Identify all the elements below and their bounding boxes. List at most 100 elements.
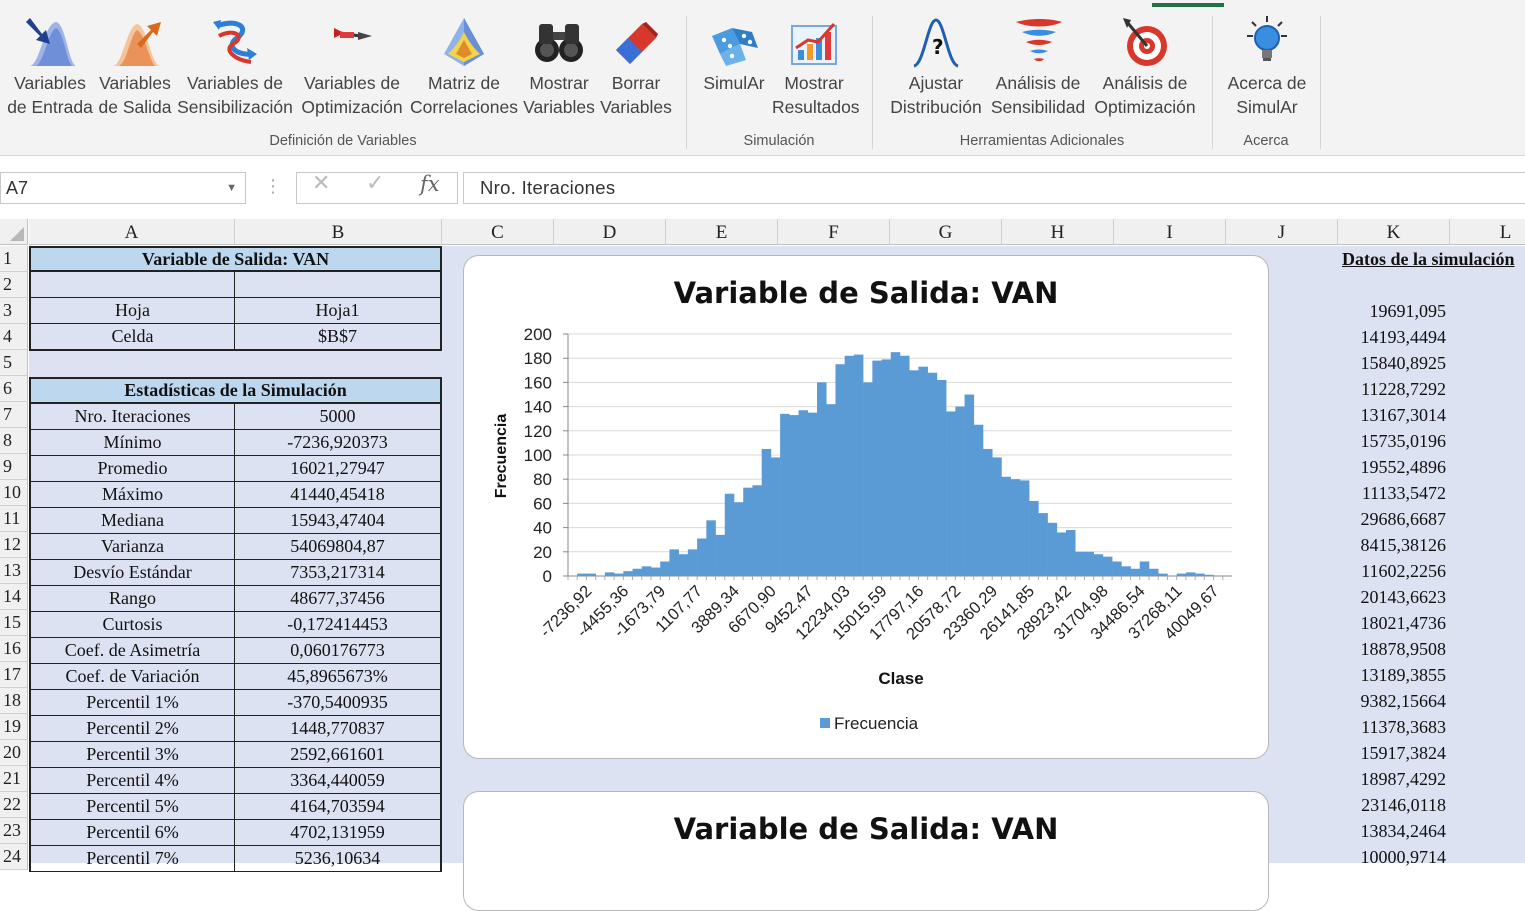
column-header-e[interactable]: E	[666, 219, 778, 245]
row-header-24[interactable]: 24	[0, 844, 28, 870]
stat-value-cell[interactable]: 0,060176773	[235, 638, 442, 664]
row-header-7[interactable]: 7	[0, 402, 28, 428]
simulation-data-cell[interactable]: 15840,8925	[1340, 351, 1447, 376]
stat-value-cell[interactable]: 4164,703594	[235, 794, 442, 820]
analisis-de-optimizacion-button[interactable]: Análisis de Optimización	[1090, 14, 1200, 124]
cell-a2[interactable]	[29, 272, 235, 298]
stat-value-cell[interactable]: 5236,10634	[235, 846, 442, 872]
row-header-10[interactable]: 10	[0, 480, 28, 506]
variables-de-salida-button[interactable]: Variables de Salida	[96, 14, 174, 124]
stat-value-cell[interactable]: 48677,37456	[235, 586, 442, 612]
row-header-9[interactable]: 9	[0, 454, 28, 480]
stat-value-cell[interactable]: 16021,27947	[235, 456, 442, 482]
stat-value-cell[interactable]: 2592,661601	[235, 742, 442, 768]
stats-header-cell[interactable]: Estadísticas de la Simulación	[29, 377, 442, 404]
row-header-6[interactable]: 6	[0, 376, 28, 402]
variables-de-entrada-button[interactable]: Variables de Entrada	[6, 14, 94, 124]
simulation-data-cell[interactable]: 15917,3824	[1340, 741, 1447, 766]
row-header-19[interactable]: 19	[0, 714, 28, 740]
row-header-4[interactable]: 4	[0, 324, 28, 350]
column-header-j[interactable]: J	[1226, 219, 1338, 245]
simulation-data-cell[interactable]: 23146,0118	[1340, 793, 1446, 818]
hoja-value-cell[interactable]: Hoja1	[235, 298, 442, 324]
column-header-b[interactable]: B	[235, 219, 442, 245]
simulation-data-cell[interactable]: 11378,3683	[1340, 715, 1446, 740]
celda-label-cell[interactable]: Celda	[29, 324, 235, 351]
simulation-data-cell[interactable]: 18878,9508	[1340, 637, 1447, 662]
stat-label-cell[interactable]: Mediana	[29, 508, 235, 534]
row-header-14[interactable]: 14	[0, 584, 28, 610]
stat-label-cell[interactable]: Desvío Estándar	[29, 560, 235, 586]
stat-label-cell[interactable]: Coef. de Asimetría	[29, 638, 235, 664]
stat-label-cell[interactable]: Percentil 4%	[29, 768, 235, 794]
row-header-3[interactable]: 3	[0, 298, 28, 324]
stat-label-cell[interactable]: Percentil 6%	[29, 820, 235, 846]
cancel-icon[interactable]: ✕	[312, 170, 330, 196]
borrar-variables-button[interactable]: Borrar Variables	[600, 14, 672, 124]
column-header-g[interactable]: G	[890, 219, 1002, 245]
output-header-cell[interactable]: Variable de Salida: VAN	[29, 246, 442, 272]
mostrar-variables-button[interactable]: Mostrar Variables	[520, 14, 598, 124]
row-header-1[interactable]: 1	[0, 246, 28, 272]
stat-label-cell[interactable]: Varianza	[29, 534, 235, 560]
simulation-data-cell[interactable]: 11228,7292	[1340, 377, 1446, 402]
simulation-data-cell[interactable]: 20143,6623	[1340, 585, 1447, 610]
stat-value-cell[interactable]: -7236,920373	[235, 430, 442, 456]
row-header-13[interactable]: 13	[0, 558, 28, 584]
row-header-22[interactable]: 22	[0, 792, 28, 818]
row-header-23[interactable]: 23	[0, 818, 28, 844]
variables-de-sensibilizacion-button[interactable]: Variables de Sensibilización	[176, 14, 294, 124]
stat-value-cell[interactable]: 45,8965673%	[235, 664, 442, 690]
simulation-data-cell[interactable]: 9382,15664	[1340, 689, 1447, 714]
stat-label-cell[interactable]: Percentil 3%	[29, 742, 235, 768]
stat-value-cell[interactable]: 7353,217314	[235, 560, 442, 586]
column-header-a[interactable]: A	[29, 219, 235, 245]
row-header-11[interactable]: 11	[0, 506, 28, 532]
acerca-de-simular-button[interactable]: Acerca de SimulAr	[1222, 14, 1312, 124]
ajustar-distribucion-button[interactable]: ? Ajustar Distribución	[886, 14, 986, 124]
simulation-data-cell[interactable]: 13834,2464	[1340, 819, 1447, 844]
stat-value-cell[interactable]: 41440,45418	[235, 482, 442, 508]
row-header-18[interactable]: 18	[0, 688, 28, 714]
cell-b2[interactable]	[235, 272, 442, 298]
row-header-15[interactable]: 15	[0, 610, 28, 636]
stat-value-cell[interactable]: 4702,131959	[235, 820, 442, 846]
histogram-chart[interactable]: Variable de Salida: VAN 0 20 40 60 80 100 120 1…	[463, 255, 1269, 759]
simulation-data-cell[interactable]: 29686,6687	[1340, 507, 1447, 532]
formula-input[interactable]: Nro. Iteraciones	[463, 172, 1525, 204]
row-header-16[interactable]: 16	[0, 636, 28, 662]
simulation-data-cell[interactable]: 11133,5472	[1340, 481, 1446, 506]
simular-button[interactable]: SimulAr	[698, 14, 770, 124]
hoja-label-cell[interactable]: Hoja	[29, 298, 235, 324]
more-options-icon[interactable]: ⋮	[264, 176, 282, 197]
variables-de-optimizacion-button[interactable]: Variables de Optimización	[296, 14, 408, 124]
column-header-l[interactable]: L	[1450, 219, 1525, 245]
stat-label-cell[interactable]: Nro. Iteraciones	[29, 404, 235, 430]
stat-label-cell[interactable]: Mínimo	[29, 430, 235, 456]
row-header-8[interactable]: 8	[0, 428, 28, 454]
stat-label-cell[interactable]: Promedio	[29, 456, 235, 482]
select-all-corner[interactable]	[0, 219, 28, 245]
stat-label-cell[interactable]: Rango	[29, 586, 235, 612]
simulation-data-cell[interactable]: 11602,2256	[1340, 559, 1446, 584]
stat-value-cell[interactable]: 3364,440059	[235, 768, 442, 794]
stat-label-cell[interactable]: Percentil 1%	[29, 690, 235, 716]
simulation-data-cell[interactable]: 13189,3855	[1340, 663, 1447, 688]
data-title-cell[interactable]: Datos de la simulación	[1342, 246, 1515, 272]
stat-label-cell[interactable]: Curtosis	[29, 612, 235, 638]
analisis-de-sensibilidad-button[interactable]: Análisis de Sensibilidad	[988, 14, 1088, 124]
stat-value-cell[interactable]: -370,5400935	[235, 690, 442, 716]
column-header-i[interactable]: I	[1114, 219, 1226, 245]
row-header-12[interactable]: 12	[0, 532, 28, 558]
column-header-c[interactable]: C	[442, 219, 554, 245]
simulation-data-cell[interactable]: 10000,9714	[1340, 845, 1447, 870]
stat-label-cell[interactable]: Percentil 5%	[29, 794, 235, 820]
simulation-data-cell[interactable]: 13167,3014	[1340, 403, 1447, 428]
simulation-data-cell[interactable]: 19691,095	[1340, 299, 1447, 324]
stat-value-cell[interactable]: 15943,47404	[235, 508, 442, 534]
stat-label-cell[interactable]: Percentil 2%	[29, 716, 235, 742]
simulation-data-cell[interactable]: 18021,4736	[1340, 611, 1447, 636]
stat-label-cell[interactable]: Máximo	[29, 482, 235, 508]
simulation-data-cell[interactable]: 14193,4494	[1340, 325, 1447, 350]
enter-icon[interactable]: ✓	[366, 170, 384, 196]
